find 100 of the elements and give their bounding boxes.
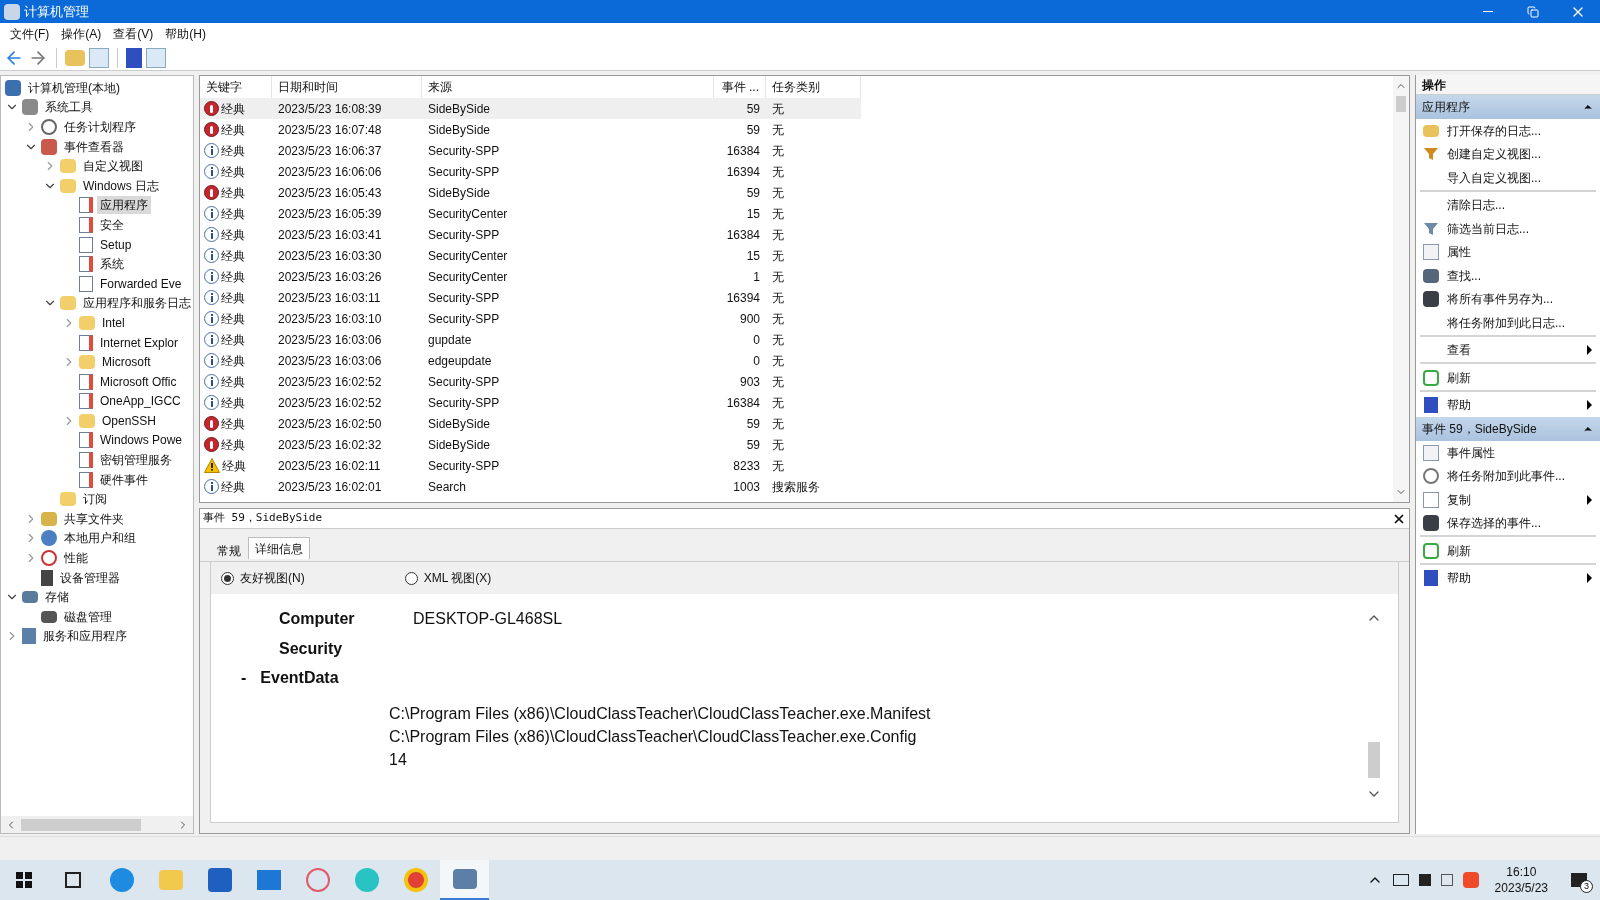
start-icon[interactable] [16,872,32,888]
action-label[interactable]: 帮助 [1447,569,1471,588]
event-row[interactable]: 经典 2023/5/23 16:07:48 SideBySide 59 无 [200,119,861,140]
event-row[interactable]: 经典 2023/5/23 16:08:39 SideBySide 59 无 [200,98,861,119]
action-label[interactable]: 保存选择的事件... [1447,514,1541,533]
event-row[interactable]: 经典 2023/5/23 16:03:11 Security-SPP 16394 无 [200,287,861,308]
menu-item[interactable]: 查看(V) [107,25,160,43]
tree-item[interactable]: 订阅 [80,490,110,509]
action-item[interactable]: 创建自定义视图... [1420,142,1596,166]
action-item[interactable]: 保存选择的事件... [1420,511,1596,539]
action-item[interactable]: 导入自定义视图... [1420,166,1596,194]
menu-item[interactable]: 操作(A) [55,25,108,43]
action-item[interactable]: 刷新 [1420,366,1596,394]
action-label[interactable]: 将任务附加到此日志... [1447,313,1565,332]
tree-item[interactable]: Microsoft Offic [97,372,180,391]
action-item[interactable]: 帮助 [1420,566,1596,590]
action-label[interactable]: 属性 [1447,243,1471,262]
action-label[interactable]: 查看 [1447,341,1471,360]
action-item[interactable]: 属性 [1420,240,1596,264]
event-row[interactable]: 经典 2023/5/23 16:03:41 Security-SPP 16384 无 [200,224,861,245]
event-row[interactable]: 经典 2023/5/23 16:02:50 SideBySide 59 无 [200,413,861,434]
collapse-toggle[interactable]: - [241,666,247,690]
event-row[interactable]: 经典 2023/5/23 16:05:43 SideBySide 59 无 [200,182,861,203]
tree-item[interactable]: 硬件事件 [97,470,151,489]
horizontal-scrollbar[interactable] [1,816,193,833]
action-label[interactable]: 打开保存的日志... [1447,121,1541,140]
radio-button[interactable] [221,571,234,585]
action-label[interactable]: 事件属性 [1447,443,1495,462]
tree-item[interactable]: 事件查看器 [61,137,127,156]
scroll-thumb[interactable] [21,818,141,831]
tree-item[interactable]: OneApp_IGCC [97,392,184,411]
tree-item[interactable]: Intel [99,313,128,332]
action-item[interactable]: 筛选当前日志... [1420,217,1596,241]
tree-item[interactable]: 服务和应用程序 [40,627,130,646]
tree-item[interactable]: 系统工具 [42,98,96,117]
tree-item[interactable]: Windows 日志 [80,176,162,195]
event-row[interactable]: 经典 2023/5/23 16:02:01 Search 1003 搜索服务 [200,476,861,497]
action-label[interactable]: 创建自定义视图... [1447,145,1541,164]
tree-item[interactable]: 磁盘管理 [61,607,115,626]
action-item[interactable]: 刷新 [1420,539,1596,567]
tree-item[interactable]: 系统 [97,255,127,274]
tree-item[interactable]: 应用程序 [97,196,151,215]
tab[interactable]: 常规 [210,539,248,561]
action-label[interactable]: 复制 [1447,490,1471,509]
action-item[interactable]: 查找... [1420,264,1596,288]
vertical-scrollbar[interactable] [1393,76,1409,502]
event-row[interactable]: 经典 2023/5/23 16:03:26 SecurityCenter 1 无 [200,266,861,287]
action-item[interactable]: 打开保存的日志... [1420,119,1596,143]
tree-item[interactable]: 密钥管理服务 [97,451,175,470]
event-row[interactable]: 经典 2023/5/23 16:02:52 Security-SPP 903 无 [200,371,861,392]
menu-item[interactable]: 帮助(H) [159,25,212,43]
action-item[interactable]: 事件属性 [1420,441,1596,465]
action-label[interactable]: 清除日志... [1447,196,1505,215]
event-row[interactable]: 经典 2023/5/23 16:03:06 edgeupdate 0 无 [200,350,861,371]
tree-item[interactable]: Internet Explor [97,333,182,352]
action-label[interactable]: 将所有事件另存为... [1447,290,1553,309]
tree-item[interactable]: 本地用户和组 [61,529,139,548]
tree-item[interactable]: Setup [97,235,135,254]
tree-item[interactable]: 性能 [61,549,91,568]
radio-button[interactable] [404,571,418,585]
tree-item[interactable]: Microsoft [99,353,154,372]
event-row[interactable]: 经典 2023/5/23 16:02:32 SideBySide 59 无 [200,434,861,455]
tree-item[interactable]: 设备管理器 [57,568,123,587]
tree-item[interactable]: 安全 [97,215,127,234]
tree-item[interactable]: 自定义视图 [80,157,146,176]
event-row[interactable]: 经典 2023/5/23 16:03:06 gupdate 0 无 [200,329,861,350]
event-row[interactable]: 经典 2023/5/23 16:05:39 SecurityCenter 15 无 [200,203,861,224]
tree-item[interactable]: 存储 [42,588,72,607]
event-row[interactable]: 经典 2023/5/23 16:06:37 Security-SPP 16384 无 [200,140,861,161]
action-item[interactable]: 查看 [1420,338,1596,366]
tree-item[interactable]: 应用程序和服务日志 [80,294,193,313]
action-label[interactable]: 筛选当前日志... [1447,219,1529,238]
tree-item[interactable]: 计算机管理(本地) [25,78,123,97]
event-row[interactable]: 经典 2023/5/23 16:02:52 Security-SPP 16384 无 [200,392,861,413]
tab[interactable]: 详细信息 [248,537,310,559]
action-label[interactable]: 帮助 [1447,396,1471,415]
tree-item[interactable]: Forwarded Eve [97,274,185,293]
event-row[interactable]: 经典 2023/5/23 16:03:30 SecurityCenter 15 无 [200,245,861,266]
event-row[interactable]: 经典 2023/5/23 16:03:10 Security-SPP 900 无 [200,308,861,329]
action-item[interactable]: 复制 [1420,488,1596,512]
action-item[interactable]: 将任务附加到此事件... [1420,464,1596,488]
clock-date[interactable]: 2023/5/23 [1494,880,1548,896]
event-row[interactable]: 经典 2023/5/23 16:02:11 Security-SPP 8233 无 [200,455,861,476]
action-item[interactable]: 帮助 [1420,393,1596,417]
action-label[interactable]: 导入自定义视图... [1447,168,1541,187]
clock-time[interactable]: 16:10 [1506,864,1537,880]
action-item[interactable]: 将所有事件另存为... [1420,287,1596,311]
tree-item[interactable]: Windows Powe [97,431,186,450]
action-label[interactable]: 刷新 [1447,541,1471,560]
event-row[interactable]: 经典 2023/5/23 16:06:06 Security-SPP 16394 无 [200,161,861,182]
action-label[interactable]: 将任务附加到此事件... [1447,467,1565,486]
scroll-thumb[interactable] [1368,742,1380,778]
menu-item[interactable]: 文件(F) [4,25,56,43]
action-item[interactable]: 清除日志... [1420,193,1596,217]
action-item[interactable]: 将任务附加到此日志... [1420,311,1596,339]
tree-item[interactable]: OpenSSH [99,411,160,430]
action-label[interactable]: 查找... [1447,266,1481,285]
tree-item[interactable]: 任务计划程序 [61,118,139,136]
tree-item[interactable]: 共享文件夹 [61,509,127,528]
radio-label[interactable]: 友好视图(N) [240,569,305,587]
